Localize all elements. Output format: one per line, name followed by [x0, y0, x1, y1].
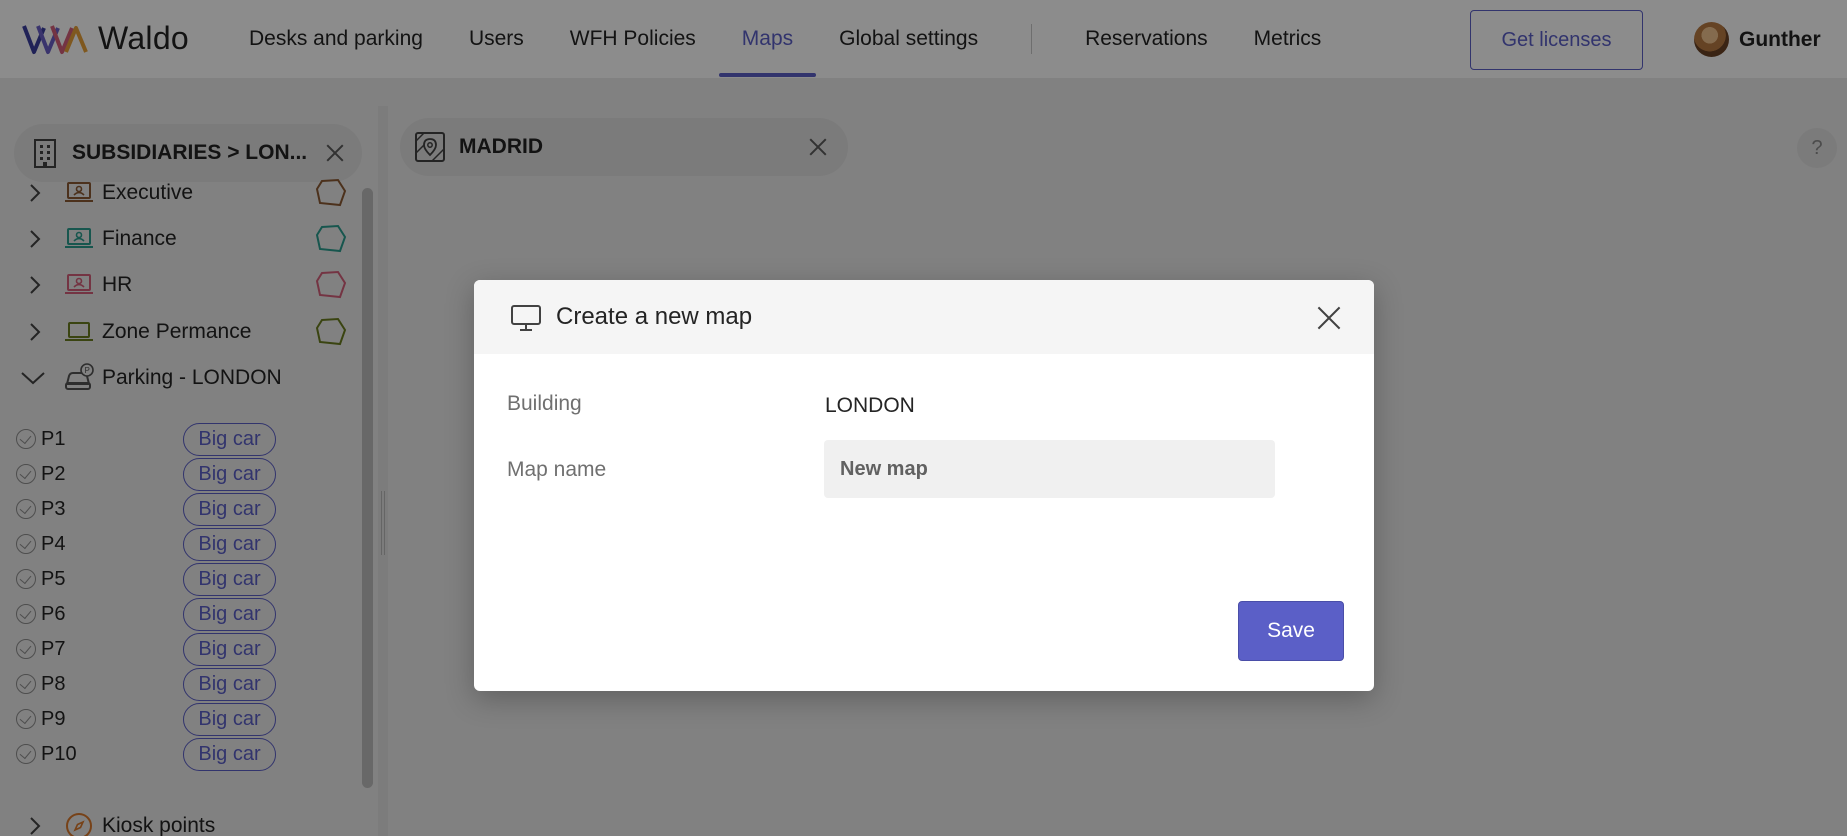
dialog-header: Create a new map	[474, 280, 1374, 354]
save-button[interactable]: Save	[1238, 601, 1344, 661]
close-dialog-icon[interactable]	[1314, 303, 1344, 333]
building-label: Building	[507, 392, 582, 415]
map-name-input[interactable]	[824, 440, 1275, 498]
building-value: LONDON	[825, 394, 915, 417]
create-map-dialog: Create a new map Building LONDON Map nam…	[474, 280, 1374, 691]
monitor-icon	[511, 305, 541, 331]
dialog-title: Create a new map	[556, 303, 753, 330]
map-name-label: Map name	[507, 458, 607, 481]
